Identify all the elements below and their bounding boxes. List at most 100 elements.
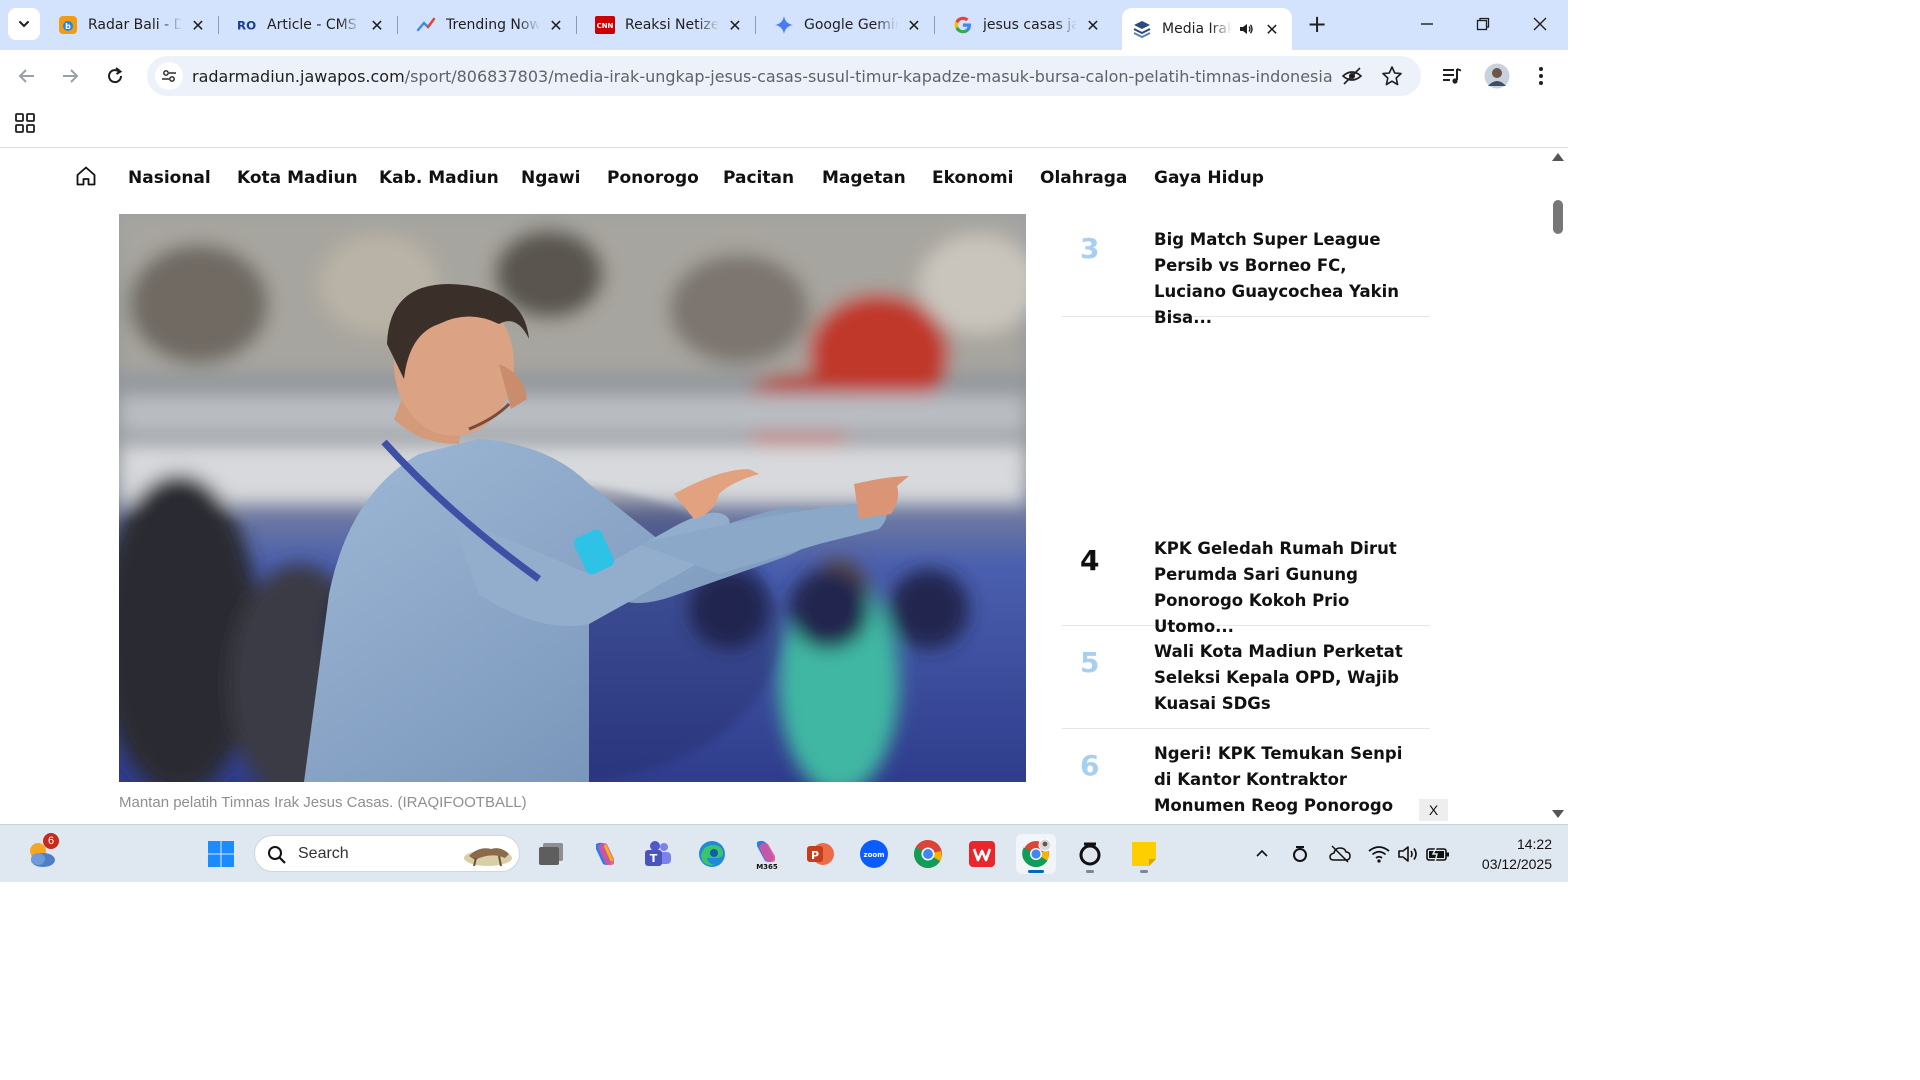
avatar-icon (1484, 63, 1510, 89)
windows-taskbar: 6 Search T M365 P zoom 14:22 03/12/2025 (0, 824, 1568, 882)
scroll-up-icon[interactable] (1552, 153, 1564, 161)
trending-headline[interactable]: Wali Kota Madiun Perketat Seleksi Kepala… (1154, 639, 1422, 717)
trending-headline[interactable]: Ngeri! KPK Temukan Senpi di Kantor Kontr… (1154, 741, 1422, 819)
apps-button[interactable] (14, 112, 36, 134)
trending-headline[interactable]: KPK Geledah Rumah Dirut Perumda Sari Gun… (1154, 536, 1422, 640)
nav-nasional[interactable]: Nasional (128, 168, 211, 188)
page-scrollbar[interactable] (1548, 148, 1568, 824)
m365-app[interactable]: M365 (746, 834, 786, 874)
page-viewport: Nasional Kota Madiun Kab. Madiun Ngawi P… (0, 148, 1568, 824)
trending-favicon (416, 15, 436, 35)
browser-tab[interactable]: RO Article - CMS ✕ (227, 8, 398, 42)
ad-close-button[interactable]: X (1419, 799, 1448, 821)
show-hidden-icons-button[interactable] (1250, 842, 1274, 866)
svg-text:zoom: zoom (864, 851, 885, 859)
nav-olahraga[interactable]: Olahraga (1040, 168, 1127, 188)
trending-rank: 6 (1080, 749, 1100, 782)
close-window-button[interactable] (1525, 10, 1555, 38)
new-tab-button[interactable]: + (1303, 10, 1331, 38)
nav-gaya-hidup[interactable]: Gaya Hidup (1154, 168, 1264, 188)
browser-tab[interactable]: jesus casas jav ✕ (943, 8, 1113, 42)
copilot-icon (596, 842, 614, 866)
url-text[interactable]: radarmadiun.jawapos.com/sport/806837803/… (192, 67, 1333, 86)
trending-item[interactable]: 4 KPK Geledah Rumah Dirut Perumda Sari G… (1062, 522, 1430, 636)
system-clock[interactable]: 14:22 03/12/2025 (1462, 834, 1552, 874)
task-view-icon (539, 843, 563, 865)
sticky-notes-icon (1132, 842, 1156, 866)
address-bar[interactable]: radarmadiun.jawapos.com/sport/806837803/… (147, 56, 1421, 96)
home-icon[interactable] (75, 165, 97, 187)
browser-tab[interactable]: b Radar Bali - D ✕ (48, 8, 219, 42)
browser-tab[interactable]: Trending Now ✕ (406, 8, 577, 42)
trending-item[interactable]: 3 Big Match Super League Persib vs Borne… (1062, 214, 1430, 327)
forward-button[interactable] (54, 60, 86, 92)
close-tab-icon[interactable]: ✕ (904, 15, 924, 35)
ring-app-icon (1079, 842, 1101, 866)
nav-kota-madiun[interactable]: Kota Madiun (237, 168, 358, 188)
weather-widget[interactable]: 6 (21, 833, 61, 874)
article-hero-image[interactable] (119, 214, 1026, 782)
powerpoint-icon: P (807, 843, 834, 865)
notification-badge: 6 (43, 833, 59, 849)
minimize-window-button[interactable] (1412, 10, 1442, 38)
nav-magetan[interactable]: Magetan (822, 168, 906, 188)
scrollbar-thumb[interactable] (1553, 200, 1563, 234)
trending-item[interactable]: 6 Ngeri! KPK Temukan Senpi di Kantor Kon… (1062, 729, 1430, 824)
ring-tray-icon (1293, 846, 1307, 862)
chrome-profile-icon (1022, 839, 1051, 868)
scroll-down-icon[interactable] (1552, 810, 1564, 818)
close-tab-icon[interactable]: ✕ (188, 15, 208, 35)
profile-avatar[interactable] (1483, 62, 1511, 90)
restore-window-button[interactable] (1468, 10, 1498, 38)
tracking-protection-icon[interactable] (1340, 64, 1364, 88)
cloud-offline-icon[interactable] (1328, 842, 1352, 866)
close-tab-icon[interactable]: ✕ (367, 15, 387, 35)
bookmark-star-icon[interactable] (1380, 64, 1404, 88)
close-tab-icon[interactable]: ✕ (546, 15, 566, 35)
task-view-button[interactable] (531, 834, 571, 874)
close-tab-icon[interactable]: ✕ (1083, 15, 1103, 35)
browser-tab-strip: b Radar Bali - D ✕ RO Article - CMS ✕ Tr… (0, 0, 1568, 50)
edge-app[interactable] (692, 834, 732, 874)
wps-icon (969, 841, 995, 867)
site-info-button[interactable] (155, 62, 183, 90)
trending-item[interactable]: 5 Wali Kota Madiun Perketat Seleksi Kepa… (1062, 626, 1430, 729)
nav-ngawi[interactable]: Ngawi (521, 168, 580, 188)
chrome-profile-app[interactable] (1016, 834, 1056, 874)
wps-office-app[interactable] (962, 834, 1002, 874)
browser-menu-button[interactable] (1527, 62, 1555, 90)
powerpoint-app[interactable]: P (800, 834, 840, 874)
speaker-icon[interactable] (1236, 19, 1256, 39)
trending-headline[interactable]: Big Match Super League Persib vs Borneo … (1154, 227, 1422, 331)
chevron-up-icon (1256, 849, 1268, 857)
teams-app[interactable]: T (638, 834, 678, 874)
sticky-notes-app[interactable] (1124, 834, 1164, 874)
nav-ekonomi[interactable]: Ekonomi (932, 168, 1013, 188)
browser-tab[interactable]: CNN Reaksi Netizer ✕ (585, 8, 756, 42)
media-controls-button[interactable] (1438, 62, 1466, 90)
volume-icon[interactable] (1396, 842, 1420, 866)
chrome-app[interactable] (908, 834, 948, 874)
browser-tab-active[interactable]: Media Irak ✕ (1122, 8, 1292, 50)
tab-search-button[interactable] (8, 8, 40, 40)
nav-ponorogo[interactable]: Ponorogo (607, 168, 699, 188)
nav-kab-madiun[interactable]: Kab. Madiun (379, 168, 499, 188)
bookmarks-bar (0, 102, 1568, 148)
close-tab-icon[interactable]: ✕ (725, 15, 745, 35)
start-button[interactable] (201, 834, 241, 874)
battery-icon[interactable] (1426, 842, 1450, 866)
taskbar-search-box[interactable]: Search (254, 835, 520, 872)
tune-icon (162, 70, 176, 82)
browser-tab[interactable]: Google Gemir ✕ (764, 8, 935, 42)
tray-app-icon[interactable] (1288, 842, 1312, 866)
tab-title: Media Irak (1162, 21, 1232, 37)
back-button[interactable] (11, 60, 43, 92)
wayland-app[interactable] (1070, 834, 1110, 874)
reload-icon (108, 67, 123, 84)
nav-pacitan[interactable]: Pacitan (723, 168, 794, 188)
reload-button[interactable] (99, 60, 131, 92)
wifi-icon[interactable] (1367, 842, 1391, 866)
copilot-app[interactable] (585, 834, 625, 874)
zoom-app[interactable]: zoom (854, 834, 894, 874)
close-tab-icon[interactable]: ✕ (1262, 19, 1282, 39)
